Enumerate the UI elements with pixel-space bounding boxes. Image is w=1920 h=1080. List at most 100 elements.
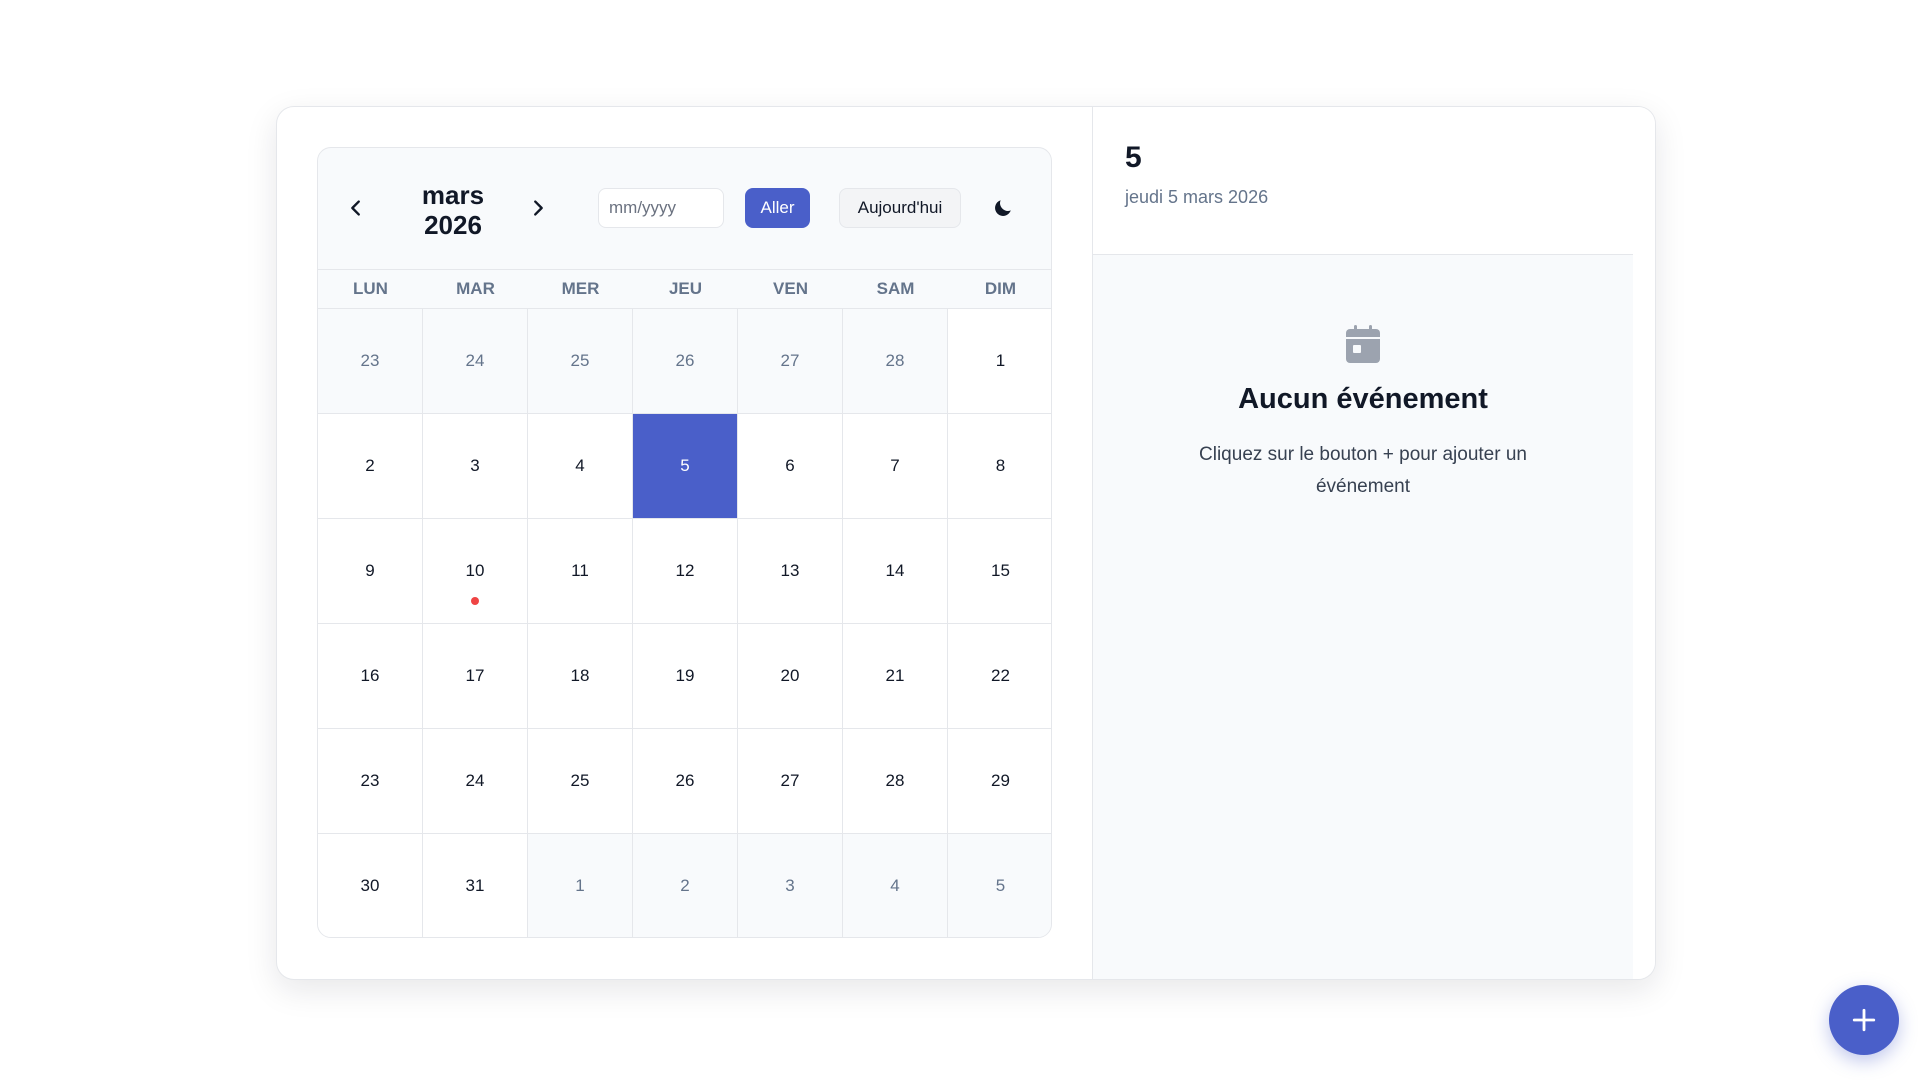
day-cell[interactable]: 15 — [948, 519, 1051, 624]
calendar-panel: mars 2026 Aller Aujourd'hui LUN MAR MER … — [317, 147, 1052, 938]
day-number: 28 — [885, 351, 905, 370]
empty-state-text: Cliquez sur le bouton + pour ajouter un … — [1199, 444, 1527, 497]
day-number: 5 — [995, 876, 1006, 895]
theme-toggle-button[interactable] — [983, 188, 1023, 228]
day-number: 3 — [470, 456, 480, 475]
day-number: 18 — [570, 666, 590, 685]
day-cell[interactable]: 19 — [633, 624, 738, 729]
day-cell[interactable]: 10 — [423, 519, 528, 624]
day-cell[interactable]: 17 — [423, 624, 528, 729]
next-month-button[interactable] — [518, 188, 558, 228]
day-cell-selected[interactable]: 5 — [633, 414, 738, 519]
day-cell[interactable]: 1 — [528, 834, 633, 937]
day-number: 17 — [465, 666, 485, 685]
weekday-label: LUN — [353, 279, 388, 298]
day-detail-header: 5 jeudi 5 mars 2026 — [1093, 107, 1633, 255]
day-cell[interactable]: 2 — [633, 834, 738, 937]
day-number: 20 — [780, 666, 800, 685]
events-empty-state: Aucun événement Cliquez sur le bouton + … — [1093, 255, 1633, 979]
day-cell[interactable]: 18 — [528, 624, 633, 729]
day-number: 4 — [575, 456, 585, 475]
day-cell[interactable]: 5 — [948, 834, 1051, 937]
weekday-label: MAR — [456, 279, 495, 298]
day-number: 16 — [360, 666, 380, 685]
day-cell[interactable]: 3 — [738, 834, 843, 937]
day-cell[interactable]: 30 — [318, 834, 423, 937]
day-cell[interactable]: 23 — [318, 729, 423, 834]
previous-month-button[interactable] — [336, 188, 376, 228]
day-cell[interactable]: 16 — [318, 624, 423, 729]
day-cell[interactable]: 29 — [948, 729, 1051, 834]
day-cell[interactable]: 9 — [318, 519, 423, 624]
day-number: 30 — [360, 876, 380, 895]
day-cell[interactable]: 26 — [633, 309, 738, 414]
day-cell[interactable]: 21 — [843, 624, 948, 729]
day-cell[interactable]: 27 — [738, 729, 843, 834]
day-cell[interactable]: 25 — [528, 309, 633, 414]
day-number: 11 — [571, 561, 589, 580]
day-number: 1 — [575, 876, 585, 895]
chevron-right-icon — [534, 200, 543, 216]
day-number: 14 — [885, 561, 905, 580]
day-number: 13 — [780, 561, 800, 580]
day-number: 26 — [675, 351, 695, 370]
day-number: 25 — [570, 351, 590, 370]
day-cell[interactable]: 24 — [423, 309, 528, 414]
weekday-label: MER — [561, 279, 600, 298]
event-indicator-dot — [471, 597, 479, 605]
day-grid: 23 24 25 26 27 28 1 2 3 4 5 6 7 8 9 10 11 12 13 14 15 16 17 18 1… — [318, 309, 1051, 937]
month-name: mars — [421, 180, 485, 210]
day-cell[interactable]: 6 — [738, 414, 843, 519]
day-number: 5 — [680, 456, 690, 475]
day-cell[interactable]: 2 — [318, 414, 423, 519]
day-cell[interactable]: 8 — [948, 414, 1051, 519]
day-number: 12 — [675, 561, 695, 580]
day-number: 15 — [991, 561, 1010, 580]
selected-full-date: jeudi 5 mars 2026 — [1125, 187, 1269, 207]
day-cell[interactable]: 22 — [948, 624, 1051, 729]
moon-icon — [995, 200, 1011, 216]
day-cell[interactable]: 27 — [738, 309, 843, 414]
day-number: 6 — [785, 456, 795, 475]
empty-state-title: Aucun événement — [1238, 383, 1488, 415]
go-button[interactable]: Aller — [745, 188, 810, 228]
calendar-icon — [1346, 325, 1380, 363]
weekday-label: VEN — [773, 279, 808, 298]
day-cell[interactable]: 31 — [423, 834, 528, 937]
today-button[interactable]: Aujourd'hui — [839, 188, 961, 228]
day-number: 26 — [675, 771, 695, 790]
day-cell[interactable]: 28 — [843, 729, 948, 834]
weekday-label: SAM — [876, 279, 915, 298]
day-cell[interactable]: 28 — [843, 309, 948, 414]
day-cell[interactable]: 1 — [948, 309, 1051, 414]
day-number: 23 — [360, 351, 380, 370]
calendar-header: mars 2026 Aller Aujourd'hui — [318, 148, 1051, 269]
day-cell[interactable]: 24 — [423, 729, 528, 834]
day-cell[interactable]: 12 — [633, 519, 738, 624]
day-number: 28 — [885, 771, 905, 790]
day-cell[interactable]: 4 — [528, 414, 633, 519]
day-number: 19 — [675, 666, 695, 685]
day-cell[interactable]: 7 — [843, 414, 948, 519]
day-cell[interactable]: 4 — [843, 834, 948, 937]
plus-icon — [1852, 1008, 1876, 1032]
day-cell[interactable]: 13 — [738, 519, 843, 624]
add-event-button[interactable] — [1829, 985, 1899, 1055]
weekday-header-row: LUN MAR MER JEU VEN SAM DIM — [318, 269, 1051, 309]
month-year-input[interactable] — [598, 188, 724, 228]
day-cell[interactable]: 26 — [633, 729, 738, 834]
day-cell[interactable]: 23 — [318, 309, 423, 414]
day-number: 8 — [995, 456, 1006, 475]
day-cell[interactable]: 11 — [528, 519, 633, 624]
day-detail-panel: 5 jeudi 5 mars 2026 Aucun événement Cliq… — [1092, 107, 1655, 979]
day-number: 1 — [995, 351, 1006, 370]
year-number: 2026 — [424, 210, 482, 240]
day-cell[interactable]: 14 — [843, 519, 948, 624]
month-title: mars 2026 — [388, 180, 518, 240]
day-number: 24 — [465, 351, 485, 370]
day-number: 29 — [991, 771, 1010, 790]
day-cell[interactable]: 25 — [528, 729, 633, 834]
day-number: 4 — [890, 876, 900, 895]
day-cell[interactable]: 20 — [738, 624, 843, 729]
day-cell[interactable]: 3 — [423, 414, 528, 519]
